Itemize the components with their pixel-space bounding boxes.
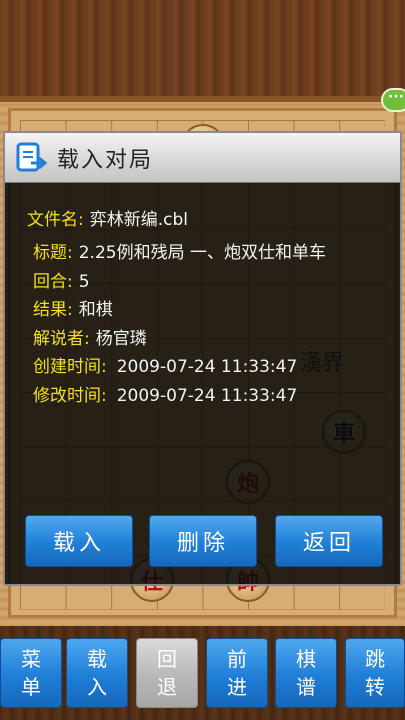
info-value: 2009-07-24 11:33:47 (116, 385, 298, 406)
info-label: 修改时间: (33, 385, 107, 406)
jump-button[interactable]: 跳 转 (345, 638, 405, 708)
dialog-title: 载入对局 (57, 147, 154, 173)
info-row-modified: 修改时间: 2009-07-24 11:33:47 (33, 382, 326, 411)
chat-icon[interactable] (381, 88, 405, 112)
delete-button[interactable]: 删除 (149, 515, 257, 567)
info-row-rounds: 回合: 5 (33, 268, 326, 297)
info-value: 2009-07-24 11:33:47 (116, 357, 298, 377)
info-label: 解说者: (33, 328, 90, 349)
info-label: 结果: (33, 300, 73, 320)
load-button[interactable]: 载入 (25, 515, 133, 567)
info-value: 杨官璘 (95, 328, 147, 349)
load-game-button[interactable]: 载 入 (66, 638, 128, 708)
load-document-icon (15, 141, 49, 175)
undo-button[interactable]: 回 退 (136, 638, 198, 708)
info-label: 标题: (33, 243, 73, 263)
info-value: 5 (78, 271, 90, 292)
filename-row: 文件名: 弈林新编.cbl (27, 205, 188, 230)
back-button[interactable]: 返回 (275, 515, 383, 567)
info-row-title: 标题: 2.25例和残局 一、炮双仕和单车 (33, 239, 326, 268)
info-value: 2.25例和残局 一、炮双仕和单车 (78, 243, 326, 263)
info-value: 和棋 (78, 300, 113, 320)
game-info-list: 标题: 2.25例和残局 一、炮双仕和单车 回合: 5 结果: 和棋 解说者: 杨官璘 … (33, 239, 326, 410)
info-row-commentator: 解说者: 杨官璘 (33, 325, 326, 354)
load-game-dialog: 载入对局 文件名: 弈林新编.cbl 标题: 2.25例和残局 一、炮双仕和单车 回… (3, 131, 402, 586)
forward-button[interactable]: 前 进 (206, 638, 268, 708)
info-label: 创建时间: (33, 357, 107, 377)
game-record-button[interactable]: 棋 谱 (275, 638, 337, 708)
info-label: 回合: (33, 271, 73, 292)
filename-value: 弈林新编.cbl (89, 210, 188, 230)
menu-button[interactable]: 菜 单 (0, 638, 62, 708)
dialog-title-bar: 载入对局 (5, 133, 400, 183)
bottom-toolbar: 菜 单 载 入 回 退 前 进 棋 谱 跳 转 (0, 626, 405, 720)
info-row-result: 结果: 和棋 (33, 296, 326, 325)
top-wood-panel (0, 0, 405, 100)
info-row-created: 创建时间: 2009-07-24 11:33:47 (33, 353, 326, 382)
filename-label: 文件名: (27, 210, 84, 230)
